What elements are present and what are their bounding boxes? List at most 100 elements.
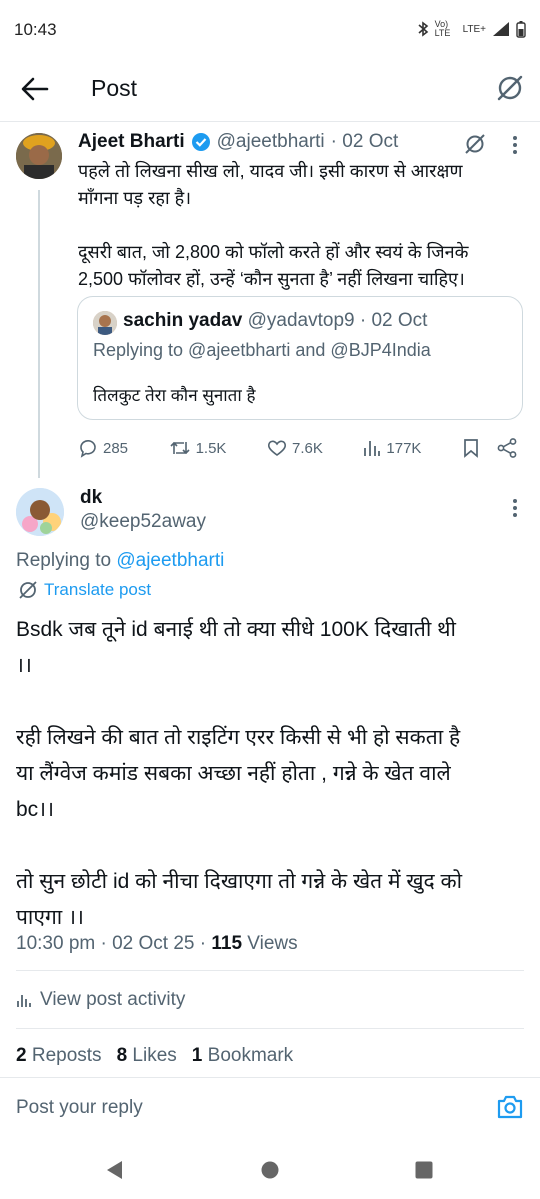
nav-home-icon[interactable] xyxy=(260,1160,280,1180)
system-nav-bar xyxy=(0,1140,540,1199)
main-text-line: Bsdk जब तूने id बनाई थी तो क्या सीधे 100… xyxy=(16,618,456,641)
likes-count: 8 xyxy=(116,1045,128,1066)
post-actions-bar: 285 1.5K 7.6K 177K xyxy=(78,434,518,462)
likes-label: Likes xyxy=(132,1045,177,1066)
parent-post-date: · 02 Oct xyxy=(330,131,399,152)
repost-count: 1.5K xyxy=(195,439,227,457)
status-bar: 10:43 Vo) LTE LTE+ xyxy=(0,0,540,60)
parent-text-line: 2,500 फॉलोवर हों, उन्हें ‘कौन सुनता है’ … xyxy=(78,269,465,289)
page-title: Post xyxy=(91,75,138,101)
reply-input[interactable]: Post your reply xyxy=(16,1097,143,1119)
heart-icon xyxy=(267,440,287,456)
signal-icon xyxy=(493,22,509,36)
quoted-author-name: sachin yadav xyxy=(123,310,243,331)
bookmarks-stat[interactable]: 1 Bookmark xyxy=(192,1045,293,1067)
main-text-line: तो सुन छोटी id को नीचा दिखाएगा तो गन्ने … xyxy=(16,870,463,893)
avatar-ajeet-bharti[interactable] xyxy=(16,133,62,179)
timestamp-text: 10:30 pm · 02 Oct 25 · xyxy=(16,933,212,954)
like-count: 7.6K xyxy=(291,439,323,457)
avatar-image xyxy=(93,311,117,335)
main-post-text: Bsdk जब तूने id बनाई थी तो क्या सीधे 100… xyxy=(16,612,528,936)
camera-icon[interactable] xyxy=(496,1094,524,1120)
post-timestamp: 10:30 pm · 02 Oct 25 · 115 Views xyxy=(16,933,298,955)
main-author-handle[interactable]: @keep52away xyxy=(80,511,206,533)
quoted-author-handle: @yadavtop9 xyxy=(247,310,355,331)
more-options-icon[interactable] xyxy=(505,497,525,519)
parent-author-handle[interactable]: @ajeetbharti xyxy=(217,131,325,153)
grok-translate-icon xyxy=(19,581,37,599)
verified-badge-icon xyxy=(191,133,210,151)
main-text-line: रही लिखने की बात तो राइटिंग एरर किसी से … xyxy=(16,726,461,749)
main-text-line: पाएगा ।। xyxy=(16,906,84,929)
top-app-bar: Post xyxy=(0,60,540,120)
views-label: Views xyxy=(242,933,298,954)
status-time: 10:43 xyxy=(14,20,57,39)
view-post-activity-link[interactable]: View post activity xyxy=(16,989,185,1011)
parent-post-text: पहले तो लिखना सीख लो, यादव जी। इसी कारण … xyxy=(78,158,468,293)
main-text-line: bc।। xyxy=(16,798,55,821)
thread-line xyxy=(38,190,40,478)
replying-handle-link[interactable]: @ajeetbharti xyxy=(116,550,224,571)
avatar-image xyxy=(16,488,64,536)
translate-post-label: Translate post xyxy=(44,580,152,599)
parent-post-header: Ajeet Bharti @ajeetbharti · 02 Oct xyxy=(78,131,398,153)
repost-button[interactable]: 1.5K xyxy=(169,438,227,458)
divider xyxy=(0,1077,540,1078)
more-options-icon[interactable] xyxy=(505,134,525,156)
nav-back-icon[interactable] xyxy=(104,1159,124,1181)
quoted-post-card[interactable]: sachin yadav @yadavtop9 · 02 Oct Replyin… xyxy=(77,296,523,420)
divider xyxy=(16,970,524,971)
like-button[interactable]: 7.6K xyxy=(267,438,323,458)
main-author-name[interactable]: dk xyxy=(80,487,102,509)
avatar-sachin-yadav xyxy=(93,311,117,335)
back-arrow-icon[interactable] xyxy=(20,76,50,102)
avatar-dk[interactable] xyxy=(16,488,64,536)
activity-icon xyxy=(17,995,31,1007)
views-count: 177K xyxy=(386,439,422,457)
likes-stat[interactable]: 8 Likes xyxy=(117,1045,177,1067)
grok-icon[interactable] xyxy=(496,74,524,102)
parent-text-line: दूसरी बात, जो 2,800 को फॉलो करते हों और … xyxy=(78,242,469,262)
avatar-image xyxy=(16,133,62,179)
parent-text-line: पहले तो लिखना सीख लो, यादव जी। इसी कारण … xyxy=(78,161,463,181)
engagement-stats: 2 Reposts 8 Likes 1 Bookmark xyxy=(16,1045,293,1067)
share-group xyxy=(462,437,518,459)
main-replying-to: Replying to @ajeetbharti xyxy=(16,550,224,572)
translate-post-button[interactable]: Translate post xyxy=(18,580,151,600)
reposts-stat[interactable]: 2 Reposts xyxy=(16,1045,102,1067)
quoted-post-date: · 02 Oct xyxy=(359,310,428,331)
network-label: LTE+ xyxy=(462,23,486,35)
views-number: 115 xyxy=(211,933,243,954)
reply-icon xyxy=(80,439,96,458)
header-divider xyxy=(0,121,540,122)
bookmarks-label: Bookmark xyxy=(207,1045,294,1066)
reply-button[interactable]: 285 xyxy=(78,438,128,458)
volte-label: Vo) LTE xyxy=(434,19,451,38)
quoted-replying-to: Replying to @ajeetbharti and @BJP4India xyxy=(93,340,431,360)
nav-recents-icon[interactable] xyxy=(414,1160,434,1180)
replying-prefix: Replying to xyxy=(16,550,117,571)
views-button[interactable]: 177K xyxy=(363,438,421,458)
main-text-line: ।। xyxy=(16,654,32,677)
status-icons: Vo) LTE LTE+ xyxy=(417,20,526,38)
reply-count: 285 xyxy=(103,439,129,457)
share-icon[interactable] xyxy=(496,437,518,459)
bluetooth-icon xyxy=(418,21,428,37)
parent-text-line: माँगना पड़ रहा है। xyxy=(78,188,192,208)
reposts-label: Reposts xyxy=(31,1045,102,1066)
bookmarks-count: 1 xyxy=(191,1045,203,1066)
main-text-line: या लैंग्वेज कमांड सबका अच्छा नहीं होता ,… xyxy=(16,762,451,785)
repost-icon xyxy=(170,441,190,455)
bookmark-icon[interactable] xyxy=(462,438,480,458)
parent-author-name[interactable]: Ajeet Bharti xyxy=(78,131,185,153)
battery-icon xyxy=(516,20,526,38)
reposts-count: 2 xyxy=(16,1045,27,1066)
views-icon xyxy=(364,441,381,456)
divider xyxy=(16,1028,524,1029)
quoted-post-header: sachin yadav @yadavtop9 · 02 Oct xyxy=(123,310,427,332)
quoted-post-text: तिलकुट तेरा कौन सुनाता है xyxy=(93,386,256,405)
grok-post-icon[interactable] xyxy=(464,133,486,155)
